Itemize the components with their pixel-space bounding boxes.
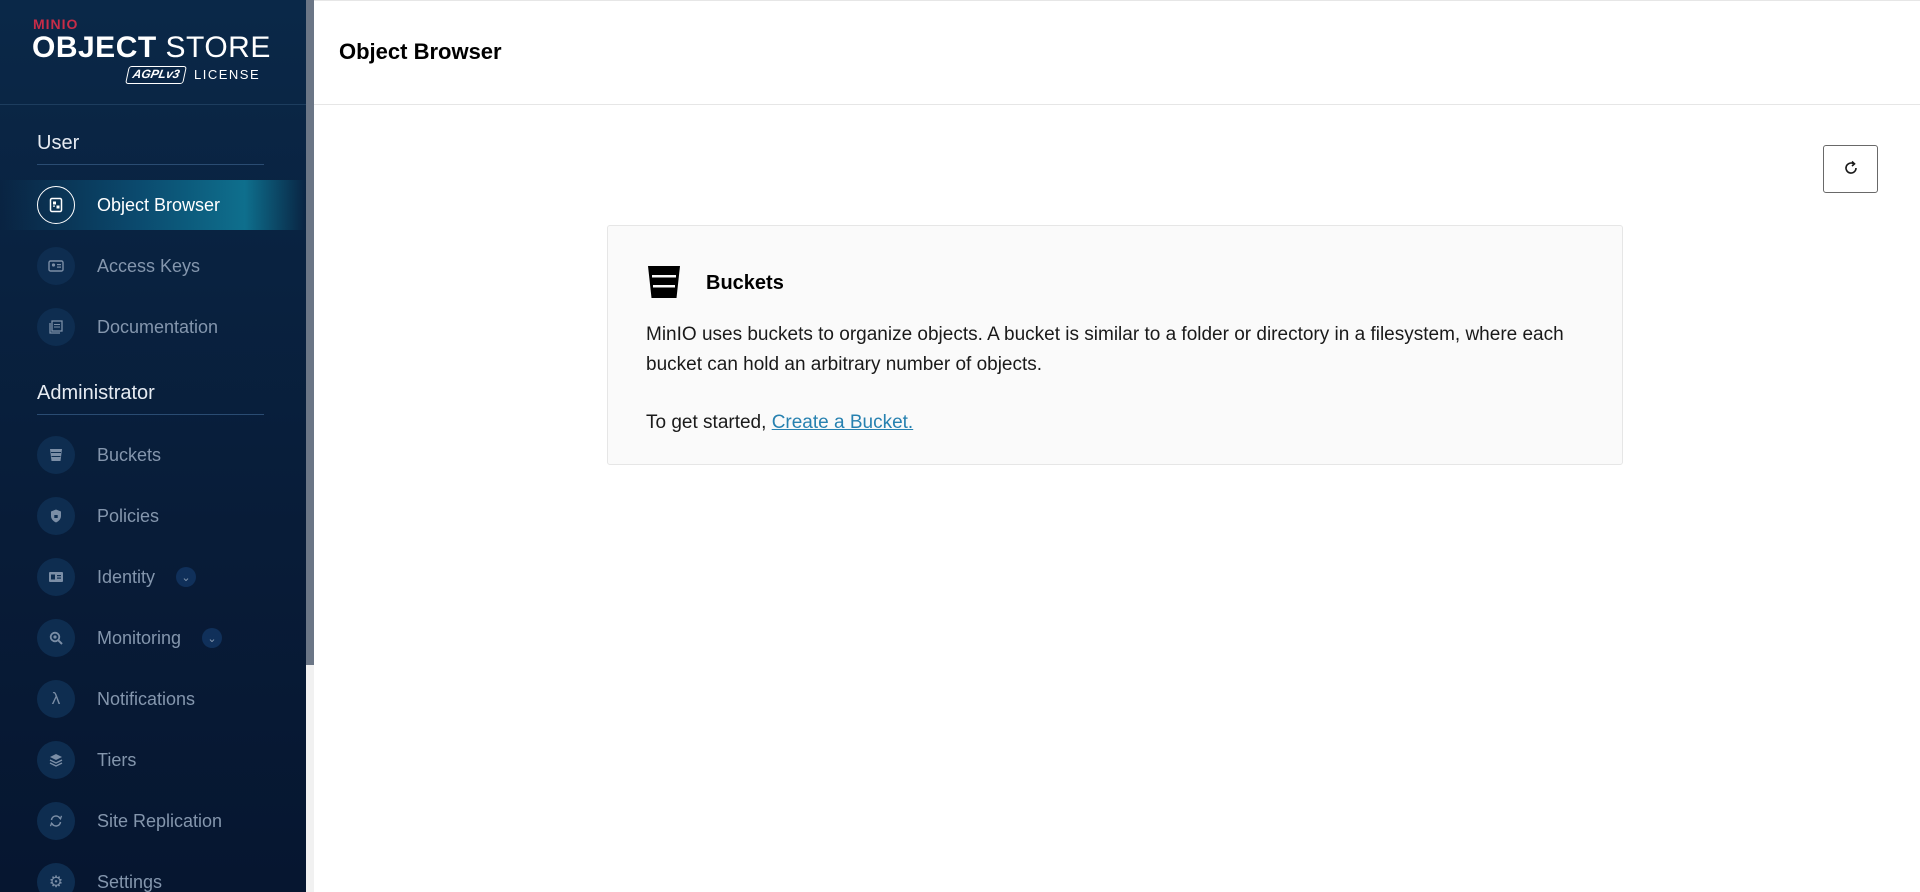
chevron-down-icon[interactable]: ⌄ [202, 628, 222, 648]
agpl-badge: AGPLv3 [125, 66, 187, 84]
section-user: User [37, 132, 80, 154]
section-divider [37, 414, 264, 415]
refresh-icon [1842, 159, 1860, 180]
lambda-icon: λ [37, 680, 75, 718]
sidebar-item-label: Settings [97, 871, 163, 892]
brand-product-bold: OBJECT [32, 31, 157, 64]
sidebar-item-identity[interactable]: Identity ⌄ [0, 552, 306, 602]
cta-prefix: To get started, [646, 412, 772, 433]
card-description: MinIO uses buckets to organize objects. … [646, 324, 1564, 375]
brand-product-rest: STORE [156, 31, 271, 64]
object-browser-icon [37, 186, 75, 224]
sidebar-item-label: Object Browser [97, 194, 221, 215]
app-root: MINIO OBJECT STORE AGPLv3 LICENSE User O… [0, 0, 1920, 892]
shield-icon [37, 497, 75, 535]
brand-company: MINIO [33, 16, 79, 32]
sidebar-item-notifications[interactable]: λ Notifications [0, 674, 306, 724]
bucket-icon [37, 436, 75, 474]
sidebar-item-documentation[interactable]: Documentation [0, 302, 306, 352]
sidebar-item-tiers[interactable]: Tiers [0, 735, 306, 785]
brand-logo[interactable]: MINIO OBJECT STORE AGPLv3 LICENSE [0, 0, 306, 105]
card-cta: To get started, Create a Bucket. [646, 412, 913, 434]
sidebar-item-label: Access Keys [97, 255, 201, 276]
sidebar-item-label: Documentation [97, 316, 219, 337]
sidebar-item-label: Site Replication [97, 810, 223, 831]
sidebar-item-label: Monitoring [97, 627, 182, 648]
sidebar-item-label: Policies [97, 505, 160, 526]
sidebar-item-label: Notifications [97, 688, 196, 709]
sidebar-scrollbar[interactable] [306, 0, 314, 892]
refresh-button[interactable] [1823, 145, 1878, 193]
main-content: Object Browser Buckets MinIO uses bucket… [314, 0, 1920, 892]
id-card-icon [37, 558, 75, 596]
sidebar-item-label: Identity [97, 566, 156, 587]
bucket-icon [646, 264, 682, 300]
brand-product: OBJECT STORE [32, 31, 271, 65]
sidebar-item-site-replication[interactable]: Site Replication [0, 796, 306, 846]
sidebar-item-object-browser[interactable]: Object Browser [0, 180, 306, 230]
create-bucket-link[interactable]: Create a Bucket. [772, 412, 914, 433]
section-divider [37, 164, 264, 165]
access-keys-icon [37, 247, 75, 285]
layers-icon [37, 741, 75, 779]
sidebar-item-label: Buckets [97, 444, 162, 465]
documentation-icon [37, 308, 75, 346]
page-title: Object Browser [339, 39, 502, 64]
section-administrator: Administrator [37, 382, 155, 404]
sidebar-item-buckets[interactable]: Buckets [0, 430, 306, 480]
brand-license-text: LICENSE [194, 67, 261, 82]
card-title: Buckets [706, 272, 784, 294]
sidebar-item-label: Tiers [97, 749, 137, 770]
buckets-info-card: Buckets MinIO uses buckets to organize o… [607, 225, 1623, 465]
sidebar: MINIO OBJECT STORE AGPLv3 LICENSE User O… [0, 0, 306, 892]
sync-icon [37, 802, 75, 840]
page-header: Object Browser [314, 0, 1920, 105]
sidebar-item-access-keys[interactable]: Access Keys [0, 241, 306, 291]
sidebar-item-policies[interactable]: Policies [0, 491, 306, 541]
gear-icon: ⚙ [37, 863, 75, 892]
sidebar-item-monitoring[interactable]: Monitoring ⌄ [0, 613, 306, 663]
magnifier-icon [37, 619, 75, 657]
sidebar-scrollbar-thumb[interactable] [306, 0, 314, 665]
chevron-down-icon[interactable]: ⌄ [176, 567, 196, 587]
sidebar-item-settings[interactable]: ⚙ Settings [0, 857, 306, 892]
